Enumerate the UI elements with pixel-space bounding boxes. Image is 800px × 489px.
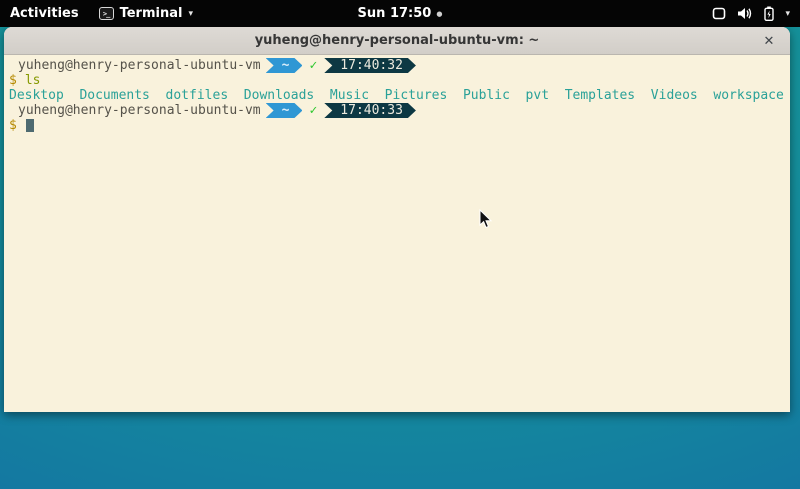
- prompt-user: yuheng@henry-personal-ubuntu-vm: [18, 103, 261, 118]
- battery-charging-icon: [764, 6, 774, 21]
- activities-label: Activities: [10, 6, 79, 21]
- close-button[interactable]: ✕: [756, 27, 782, 55]
- input-line[interactable]: $: [9, 118, 785, 133]
- clock-button[interactable]: Sun 17:50 ●: [350, 0, 451, 27]
- close-icon: ✕: [764, 34, 775, 49]
- typed-command: ls: [25, 73, 41, 88]
- terminal-content[interactable]: yuheng@henry-personal-ubuntu-vm ~ ✓ 17:40:3…: [4, 55, 790, 411]
- prompt-dollar: $: [9, 118, 17, 133]
- prompt-cwd-segment: ~: [266, 58, 303, 73]
- terminal-icon: >_: [99, 7, 114, 20]
- prompt-time-segment: 17:40:32: [324, 58, 416, 73]
- notification-dot: ●: [436, 10, 442, 18]
- command-line: $ ls: [9, 73, 785, 88]
- prompt-cwd-segment: ~: [266, 103, 303, 118]
- check-icon: ✓: [309, 58, 317, 73]
- text-cursor: [26, 119, 34, 132]
- prompt-dollar: $: [9, 73, 17, 88]
- clock-label: Sun 17:50: [358, 6, 432, 21]
- check-icon: ✓: [309, 103, 317, 118]
- terminal-window: yuheng@henry-personal-ubuntu-vm: ~ ✕ yuh…: [4, 27, 790, 412]
- prompt-user: yuheng@henry-personal-ubuntu-vm: [18, 58, 261, 73]
- prompt-time-segment: 17:40:33: [324, 103, 416, 118]
- app-menu-label: Terminal: [120, 6, 183, 21]
- display-icon: [712, 7, 726, 20]
- top-bar: Activities >_ Terminal ▾ Sun 17:50 ● ▾: [0, 0, 800, 27]
- chevron-down-icon: ▾: [785, 9, 790, 19]
- volume-icon: [737, 7, 753, 20]
- system-status-menu[interactable]: ▾: [702, 0, 800, 27]
- prompt-line: yuheng@henry-personal-ubuntu-vm ~ ✓ 17:40:3…: [18, 58, 785, 73]
- window-title: yuheng@henry-personal-ubuntu-vm: ~: [255, 33, 540, 48]
- prompt-line: yuheng@henry-personal-ubuntu-vm ~ ✓ 17:40:3…: [18, 103, 785, 118]
- app-menu-terminal[interactable]: >_ Terminal ▾: [89, 0, 203, 27]
- chevron-down-icon: ▾: [188, 9, 193, 19]
- ls-output: Desktop Documents dotfiles Downloads Mus…: [9, 88, 785, 103]
- window-titlebar[interactable]: yuheng@henry-personal-ubuntu-vm: ~ ✕: [4, 27, 790, 55]
- activities-button[interactable]: Activities: [0, 0, 89, 27]
